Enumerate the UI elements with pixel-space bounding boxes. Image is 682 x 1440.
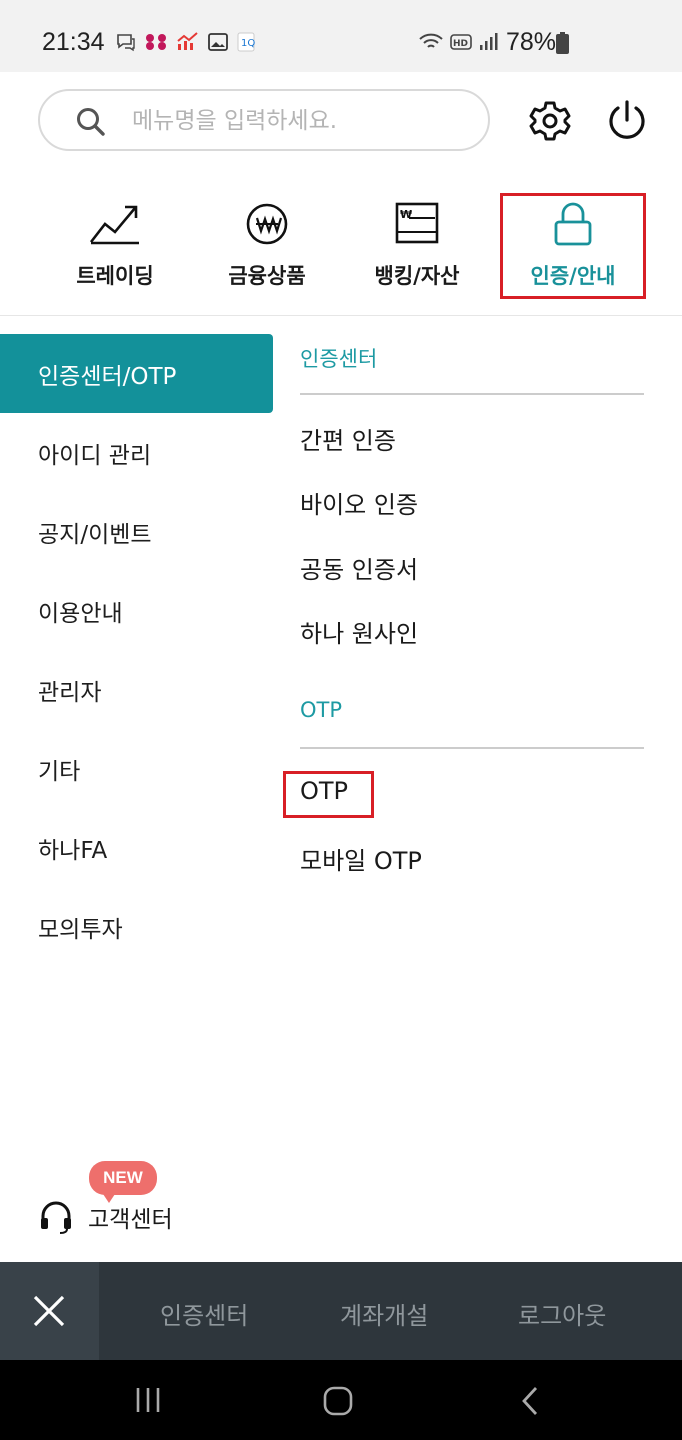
stock-chart-icon bbox=[177, 32, 198, 50]
section-divider bbox=[300, 747, 644, 749]
category-label: 금융상품 bbox=[228, 264, 306, 288]
app-badge-icon: 1Q bbox=[237, 32, 255, 52]
chat-icon bbox=[117, 34, 135, 52]
bank-statement-icon: ₩ bbox=[395, 202, 439, 244]
gear-icon[interactable] bbox=[527, 98, 573, 144]
category-label: 트레이딩 bbox=[76, 264, 154, 288]
app-icon bbox=[146, 34, 166, 50]
headset-icon bbox=[41, 1201, 71, 1234]
trend-chart-icon bbox=[89, 205, 139, 245]
battery-level: 78% bbox=[506, 28, 557, 56]
sidebar-item-mock-investment[interactable]: 모의투자 bbox=[0, 887, 273, 966]
search-icon bbox=[77, 108, 105, 136]
category-label: 뱅킹/자산 bbox=[374, 264, 460, 288]
sidebar-item-etc[interactable]: 기타 bbox=[0, 729, 273, 808]
search-input[interactable] bbox=[130, 91, 474, 151]
submenu-item-simple-auth[interactable]: 간편 인증 bbox=[300, 421, 396, 456]
sidebar-item-id-management[interactable]: 아이디 관리 bbox=[0, 413, 273, 492]
search-bar[interactable] bbox=[38, 89, 490, 151]
power-icon[interactable] bbox=[604, 98, 650, 144]
highlight-box bbox=[500, 193, 646, 299]
recent-apps-icon[interactable] bbox=[133, 1385, 163, 1415]
section-title-otp: OTP bbox=[300, 698, 343, 722]
svg-text:₩: ₩ bbox=[400, 208, 412, 221]
sidebar-item-admin[interactable]: 관리자 bbox=[0, 650, 273, 729]
highlight-box bbox=[283, 771, 374, 818]
wifi-icon bbox=[419, 33, 443, 48]
divider bbox=[0, 315, 682, 316]
close-icon bbox=[33, 1295, 65, 1327]
customer-center-label: 고객센터 bbox=[88, 1207, 173, 1233]
svg-text:1Q: 1Q bbox=[241, 38, 255, 49]
bottom-link-open-account[interactable]: 계좌개설 bbox=[340, 1296, 428, 1331]
submenu-item-hana-onesign[interactable]: 하나 원사인 bbox=[300, 614, 418, 649]
image-icon bbox=[208, 33, 228, 51]
category-trading[interactable]: 트레이딩 bbox=[50, 194, 180, 298]
home-icon[interactable] bbox=[322, 1385, 354, 1417]
section-divider bbox=[300, 393, 644, 395]
close-button[interactable] bbox=[0, 1262, 99, 1360]
sidebar-item-usage-guide[interactable]: 이용안내 bbox=[0, 571, 273, 650]
category-financial-products[interactable]: 금융상품 bbox=[202, 194, 332, 298]
submenu-item-mobile-otp[interactable]: 모바일 OTP bbox=[300, 841, 422, 876]
svg-text:HD: HD bbox=[453, 39, 468, 49]
sidebar-item-auth-center-otp[interactable]: 인증센터/OTP bbox=[0, 334, 273, 413]
submenu-item-bio-auth[interactable]: 바이오 인증 bbox=[300, 485, 418, 520]
bottom-link-auth-center[interactable]: 인증센터 bbox=[160, 1296, 248, 1331]
sidebar-item-notice-event[interactable]: 공지/이벤트 bbox=[0, 492, 273, 571]
status-time: 21:34 bbox=[42, 28, 105, 56]
status-bar: 21:34 1Q HD 78% bbox=[0, 0, 682, 72]
customer-center-button[interactable]: 고객센터 bbox=[38, 1199, 173, 1235]
system-nav-bar bbox=[0, 1360, 682, 1440]
bottom-link-logout[interactable]: 로그아웃 bbox=[518, 1296, 606, 1331]
new-badge: NEW bbox=[89, 1161, 157, 1203]
sidebar-item-hana-fa[interactable]: 하나FA bbox=[0, 808, 273, 887]
bottom-bar: 인증센터 계좌개설 로그아웃 bbox=[0, 1262, 682, 1360]
submenu-item-joint-certificate[interactable]: 공동 인증서 bbox=[300, 550, 418, 585]
battery-icon bbox=[556, 32, 569, 54]
signal-icon bbox=[480, 33, 498, 50]
notification-icons: 1Q bbox=[116, 32, 256, 52]
hd-icon: HD bbox=[450, 34, 472, 50]
won-coin-icon bbox=[246, 203, 288, 245]
back-icon[interactable] bbox=[518, 1385, 542, 1417]
section-title-auth-center: 인증센터 bbox=[300, 347, 378, 371]
category-banking[interactable]: ₩ 뱅킹/자산 bbox=[352, 194, 482, 298]
